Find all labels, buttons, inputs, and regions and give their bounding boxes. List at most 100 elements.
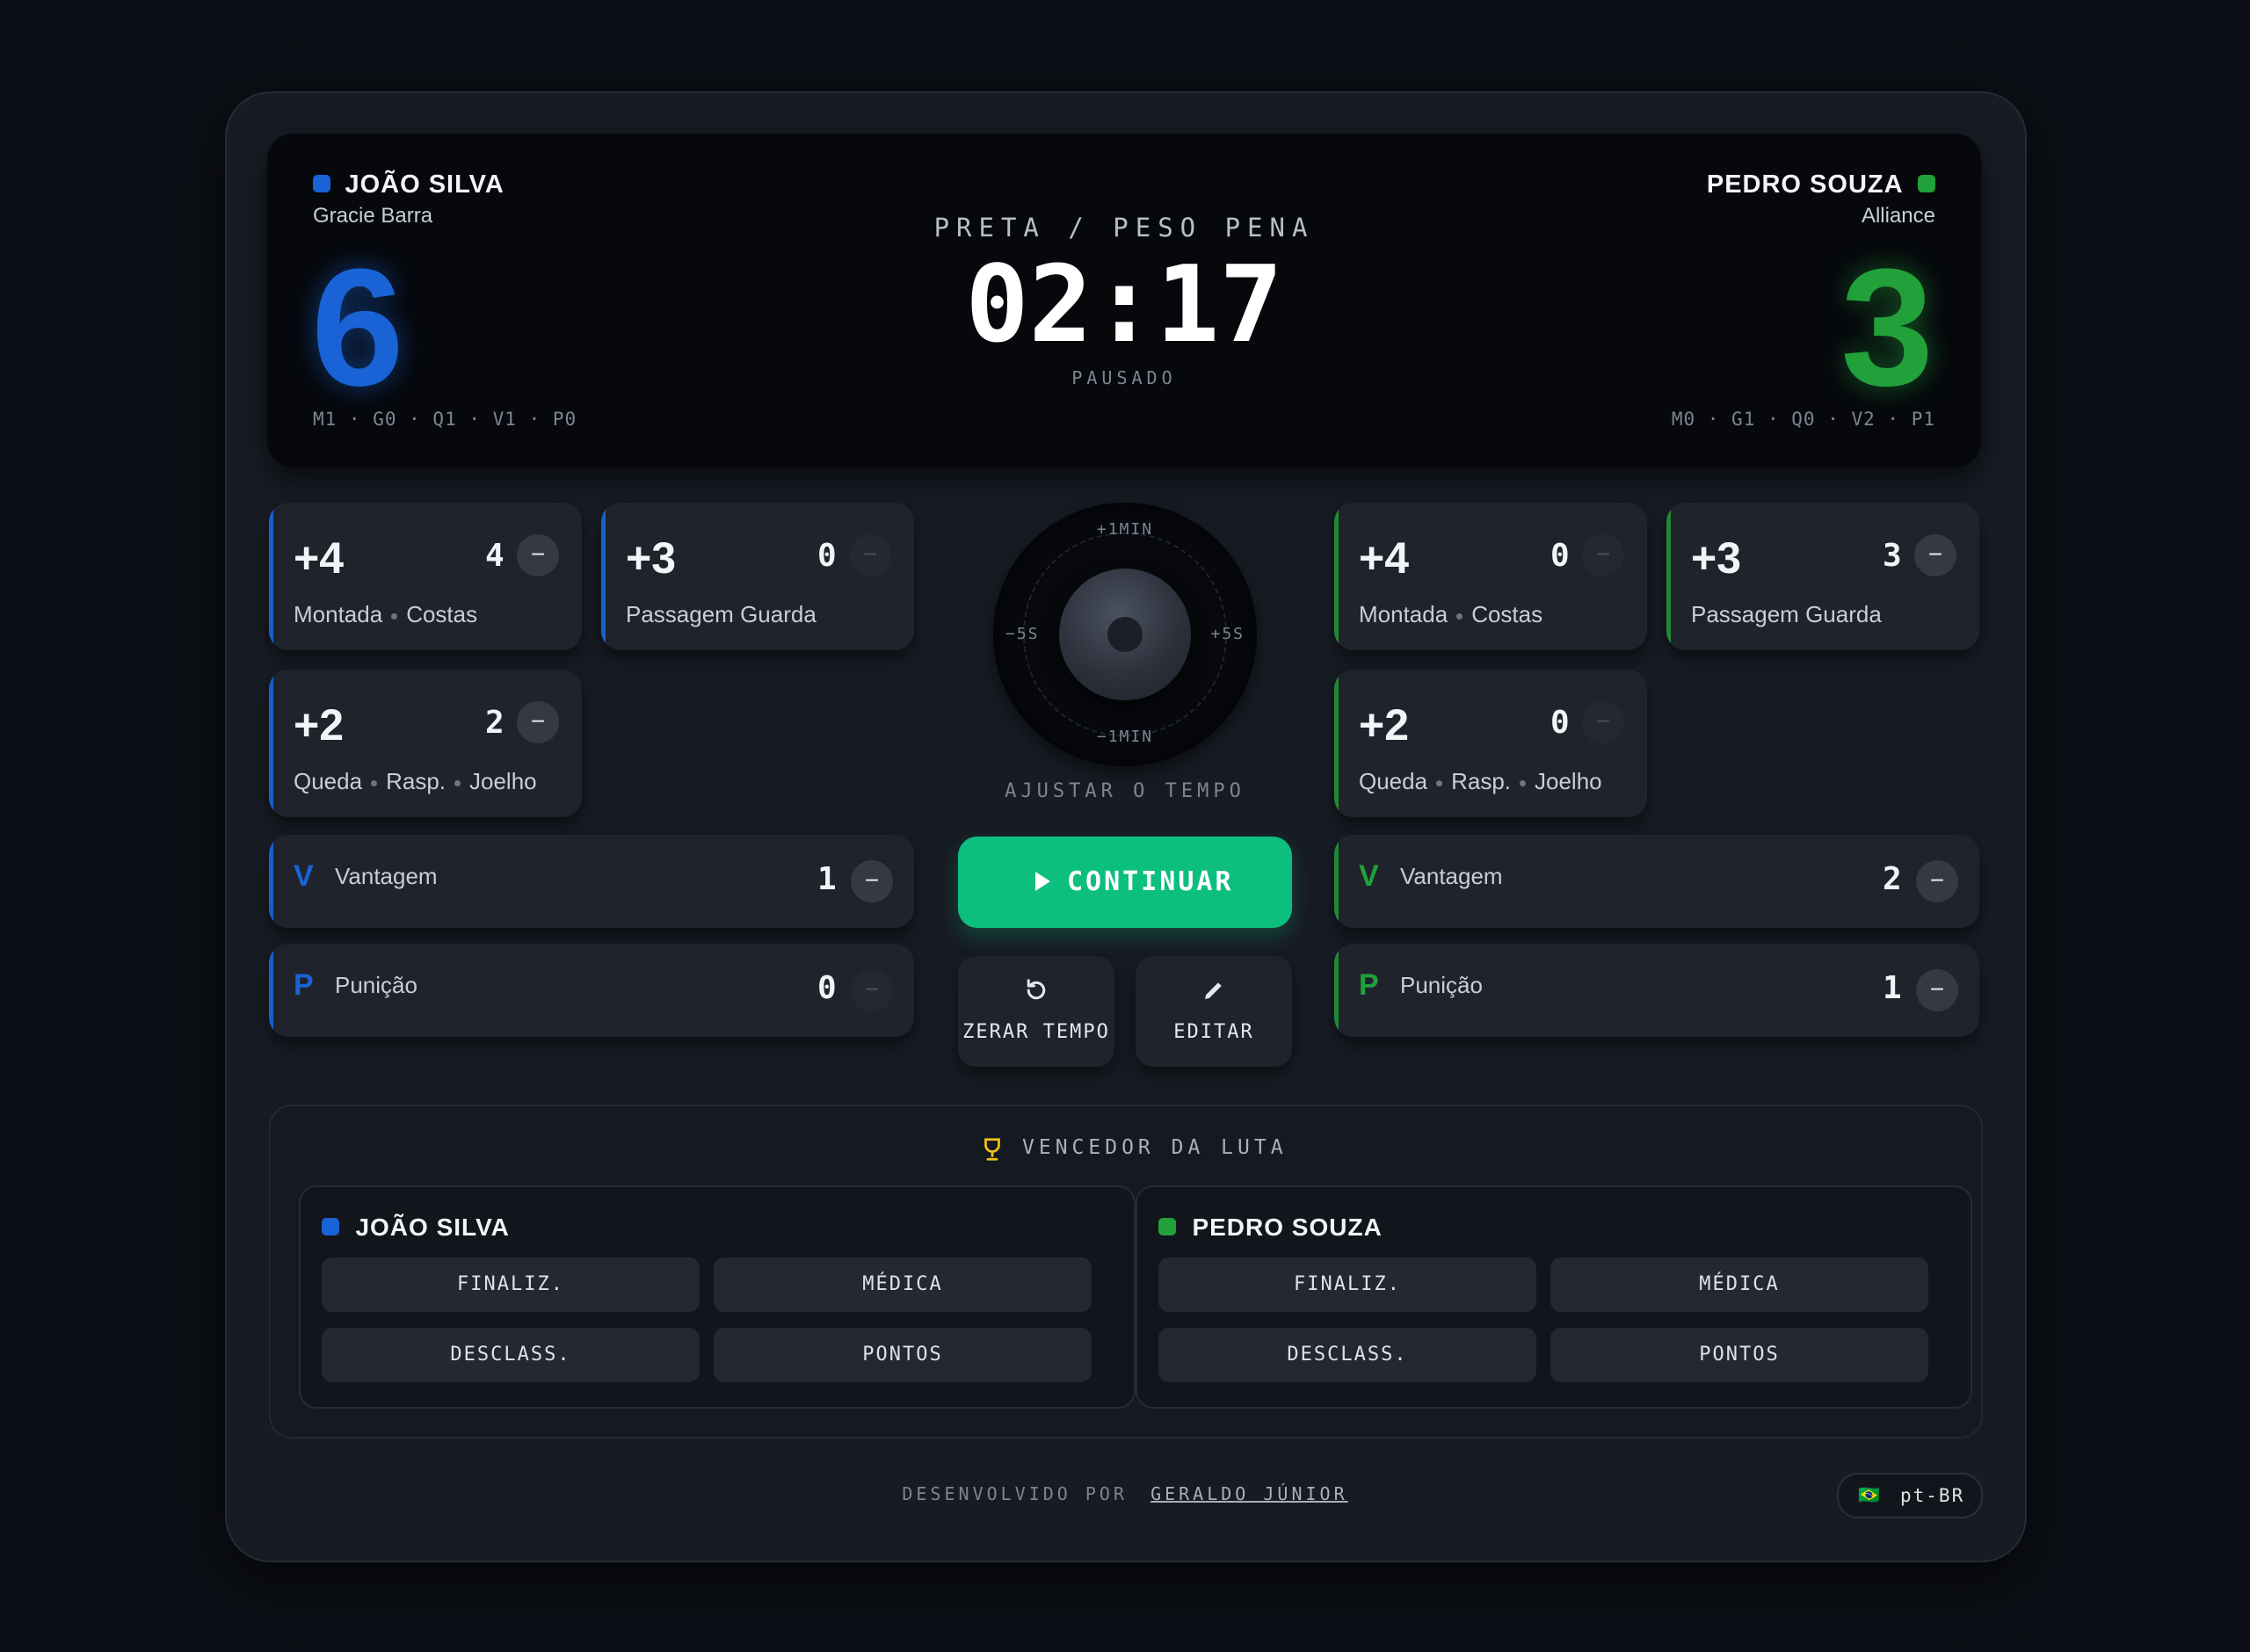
right-fighter-name: PEDRO SOUZA xyxy=(1706,170,1904,199)
decrement-button[interactable]: − xyxy=(1582,701,1624,743)
right-winner-name: PEDRO SOUZA xyxy=(1192,1214,1383,1241)
left-advantage-card[interactable]: V Vantagem 1 − xyxy=(269,835,914,928)
left-pass-card[interactable]: +3 0 − Passagem Guarda xyxy=(601,503,914,650)
right-win-submission-button[interactable]: FINALIZ. xyxy=(1158,1257,1536,1312)
card-label: Montada Costas xyxy=(1359,601,1543,627)
left-fighter-name: JOÃO SILVA xyxy=(345,170,504,199)
decrement-button[interactable]: − xyxy=(517,701,559,743)
count-value: 0 xyxy=(1550,538,1570,574)
winner-title: VENCEDOR DA LUTA xyxy=(1022,1136,1288,1159)
right-fighter-color-indicator xyxy=(1918,175,1935,192)
left-win-disqualification-button[interactable]: DESCLASS. xyxy=(322,1328,700,1382)
left-winner-color-indicator xyxy=(322,1218,339,1235)
time-adjust-dial[interactable]: +1MIN −1MIN −5S +5S xyxy=(993,503,1257,766)
count-value: 4 xyxy=(485,538,504,574)
card-label: Passagem Guarda xyxy=(626,601,817,627)
right-advantage-card[interactable]: V Vantagem 2 − xyxy=(1334,835,1979,928)
right-winner-box: PEDRO SOUZA FINALIZ. MÉDICA DESCLASS. PO… xyxy=(1136,1185,1972,1409)
decrement-button[interactable]: − xyxy=(851,860,893,902)
right-penalty-card[interactable]: P Punição 1 − xyxy=(1334,944,1979,1037)
count-value: 0 xyxy=(817,538,837,574)
decrement-button[interactable]: − xyxy=(1914,534,1956,576)
points-value: +4 xyxy=(294,533,345,583)
author-link[interactable]: GERALDO JÚNIOR xyxy=(1150,1483,1348,1504)
penalty-label: Punição xyxy=(335,972,417,998)
right-winner-color-indicator xyxy=(1158,1218,1176,1235)
card-label: Queda Rasp. Joelho xyxy=(294,768,537,794)
reset-icon xyxy=(1027,979,1046,1000)
left-winner-header: JOÃO SILVA xyxy=(322,1214,510,1242)
dial-knob-center xyxy=(1107,617,1143,652)
decrement-button[interactable]: − xyxy=(849,534,891,576)
left-fighter-header: JOÃO SILVA xyxy=(313,170,504,199)
left-penalty-card[interactable]: P Punição 0 − xyxy=(269,944,914,1037)
penalty-letter: P xyxy=(1359,968,1379,1002)
right-pass-card[interactable]: +3 3 − Passagem Guarda xyxy=(1666,503,1979,650)
pencil-icon xyxy=(1205,982,1222,999)
card-label: Queda Rasp. Joelho xyxy=(1359,768,1602,794)
advantage-count: 2 xyxy=(1883,861,1902,897)
penalty-count: 0 xyxy=(817,970,837,1006)
left-winner-box: JOÃO SILVA FINALIZ. MÉDICA DESCLASS. PON… xyxy=(299,1185,1136,1409)
left-win-medical-button[interactable]: MÉDICA xyxy=(714,1257,1092,1312)
decrement-button[interactable]: − xyxy=(1582,534,1624,576)
left-mount-card[interactable]: +4 4 − Montada Costas xyxy=(269,503,582,650)
points-value: +3 xyxy=(1691,533,1742,583)
left-fighter-color-indicator xyxy=(313,175,330,192)
scoreboard-display: JOÃO SILVA Gracie Barra 6 M1 · G0 · Q1 ·… xyxy=(267,134,1981,467)
dial-plus-minute[interactable]: +1MIN xyxy=(993,520,1257,539)
dial-minus-minute[interactable]: −1MIN xyxy=(993,728,1257,746)
timer-status: PAUSADO xyxy=(1071,367,1177,388)
dial-knob[interactable] xyxy=(1059,569,1191,700)
penalty-label: Punição xyxy=(1400,972,1483,998)
advantage-label: Vantagem xyxy=(1400,863,1503,889)
winner-section: VENCEDOR DA LUTA JOÃO SILVA FINALIZ. MÉD… xyxy=(269,1105,1983,1438)
penalty-count: 1 xyxy=(1883,970,1902,1006)
advantage-letter: V xyxy=(1359,859,1379,893)
decrement-button[interactable]: − xyxy=(1916,860,1958,902)
count-value: 0 xyxy=(1550,705,1570,741)
category-label: PRETA / PESO PENA xyxy=(933,213,1315,243)
points-value: +2 xyxy=(294,700,345,750)
left-win-submission-button[interactable]: FINALIZ. xyxy=(322,1257,700,1312)
right-win-disqualification-button[interactable]: DESCLASS. xyxy=(1158,1328,1536,1382)
points-value: +3 xyxy=(626,533,677,583)
left-takedown-card[interactable]: +2 2 − Queda Rasp. Joelho xyxy=(269,670,582,817)
continue-button[interactable]: CONTINUAR xyxy=(958,837,1292,928)
right-winner-header: PEDRO SOUZA xyxy=(1158,1214,1383,1242)
decrement-button[interactable]: − xyxy=(517,534,559,576)
dial-plus-seconds[interactable]: +5S xyxy=(1210,625,1245,643)
right-takedown-card[interactable]: +2 0 − Queda Rasp. Joelho xyxy=(1334,670,1647,817)
language-label: pt-BR xyxy=(1900,1485,1965,1506)
left-winner-name: JOÃO SILVA xyxy=(355,1214,510,1241)
reset-time-label: ZERAR TEMPO xyxy=(962,1021,1110,1043)
edit-button[interactable]: EDITAR xyxy=(1136,956,1292,1067)
advantage-letter: V xyxy=(294,859,314,893)
points-value: +2 xyxy=(1359,700,1410,750)
card-label: Montada Costas xyxy=(294,601,478,627)
developed-by-text: DESENVOLVIDO POR xyxy=(902,1483,1129,1504)
left-fighter-stats: M1 · G0 · Q1 · V1 · P0 xyxy=(313,409,577,430)
decrement-button[interactable]: − xyxy=(1916,969,1958,1011)
play-icon xyxy=(1035,872,1050,891)
dial-minus-seconds[interactable]: −5S xyxy=(1005,625,1040,643)
count-value: 2 xyxy=(485,705,504,741)
points-value: +4 xyxy=(1359,533,1410,583)
right-win-points-button[interactable]: PONTOS xyxy=(1550,1328,1928,1382)
right-fighter-header: PEDRO SOUZA xyxy=(1707,170,1935,199)
reset-time-button[interactable]: ZERAR TEMPO xyxy=(958,956,1114,1067)
left-win-points-button[interactable]: PONTOS xyxy=(714,1328,1092,1382)
card-label: Passagem Guarda xyxy=(1691,601,1882,627)
continue-label: CONTINUAR xyxy=(1067,866,1234,897)
right-fighter-stats: M0 · G1 · Q0 · V2 · P1 xyxy=(1671,409,1935,430)
dial-caption: AJUSTAR O TEMPO xyxy=(1005,780,1245,802)
language-selector[interactable]: 🇧🇷 pt-BR xyxy=(1837,1473,1983,1518)
edit-label: EDITAR xyxy=(1173,1021,1254,1043)
trophy-icon xyxy=(984,1138,1000,1161)
decrement-button[interactable]: − xyxy=(851,969,893,1011)
right-mount-card[interactable]: +4 0 − Montada Costas xyxy=(1334,503,1647,650)
count-value: 3 xyxy=(1883,538,1902,574)
advantage-label: Vantagem xyxy=(335,863,438,889)
brazil-flag-icon: 🇧🇷 xyxy=(1858,1486,1880,1505)
right-win-medical-button[interactable]: MÉDICA xyxy=(1550,1257,1928,1312)
